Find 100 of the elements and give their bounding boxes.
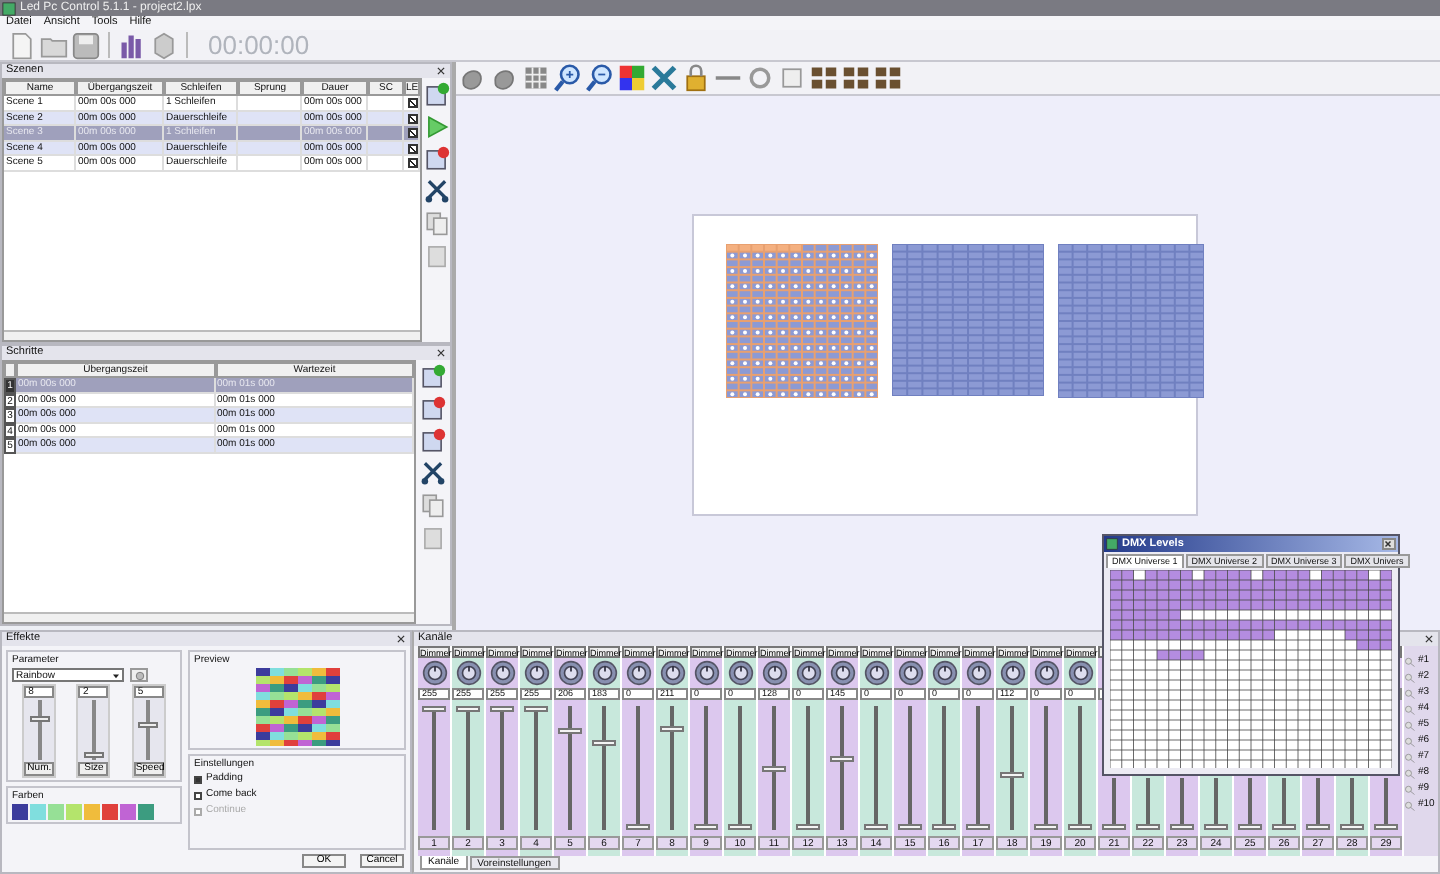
fader-thumb[interactable] <box>966 824 990 830</box>
color-swatch[interactable] <box>120 804 136 820</box>
knob-icon[interactable] <box>421 660 447 686</box>
close-button[interactable] <box>1382 538 1396 550</box>
fader-thumb[interactable] <box>1068 824 1092 830</box>
color-swatch[interactable] <box>102 804 118 820</box>
slider-thumb[interactable] <box>29 715 50 722</box>
step-icon[interactable] <box>420 396 446 422</box>
checkbox[interactable] <box>407 98 417 108</box>
knob-icon[interactable] <box>1033 660 1059 686</box>
ring-icon[interactable] <box>746 64 774 92</box>
fader-thumb[interactable] <box>660 726 684 733</box>
knob-icon[interactable] <box>625 660 651 686</box>
grid-icon[interactable] <box>522 64 550 92</box>
save-icon[interactable] <box>72 31 100 59</box>
paste-icon[interactable] <box>420 524 446 550</box>
knob-icon[interactable] <box>557 660 583 686</box>
close-icon[interactable] <box>1424 634 1434 644</box>
fader-thumb[interactable] <box>1272 824 1296 830</box>
bar-chart-icon[interactable] <box>118 31 146 59</box>
cut-icon[interactable] <box>420 460 446 486</box>
close-icon[interactable] <box>396 634 406 644</box>
knob-icon[interactable] <box>761 660 787 686</box>
scrollbar[interactable] <box>4 330 420 340</box>
color-swatch[interactable] <box>12 804 28 820</box>
color-swatch[interactable] <box>48 804 64 820</box>
knob-icon[interactable] <box>1067 660 1093 686</box>
knob-icon[interactable] <box>489 660 515 686</box>
fader-thumb[interactable] <box>456 706 480 712</box>
knob-icon[interactable] <box>931 660 957 686</box>
fader-thumb[interactable] <box>1238 824 1262 830</box>
fader-thumb[interactable] <box>1306 824 1330 830</box>
knob-icon[interactable] <box>591 660 617 686</box>
knob-icon[interactable] <box>829 660 855 686</box>
fader-thumb[interactable] <box>558 728 582 735</box>
color-swatch[interactable] <box>84 804 100 820</box>
checkbox[interactable] <box>407 128 417 138</box>
knob-icon[interactable] <box>999 660 1025 686</box>
knob-icon[interactable] <box>897 660 923 686</box>
fader-thumb[interactable] <box>1000 772 1024 779</box>
add-scene-icon[interactable] <box>423 82 449 108</box>
knob-icon[interactable] <box>659 660 685 686</box>
lock-icon[interactable] <box>682 64 710 92</box>
fader-thumb[interactable] <box>524 706 548 712</box>
fader-thumb[interactable] <box>932 824 956 830</box>
checkbox[interactable] <box>407 158 417 168</box>
fader-thumb[interactable] <box>1340 824 1364 830</box>
fader-thumb[interactable] <box>1034 824 1058 830</box>
close-icon[interactable] <box>436 66 446 76</box>
knob-icon[interactable] <box>863 660 889 686</box>
fader-thumb[interactable] <box>728 824 752 830</box>
checkbox[interactable] <box>407 143 417 153</box>
fader-thumb[interactable] <box>422 706 446 712</box>
fader-thumb[interactable] <box>898 824 922 830</box>
fader-thumb[interactable] <box>694 824 718 830</box>
zoom-in-icon[interactable] <box>554 64 582 92</box>
delete-scene-icon[interactable] <box>423 146 449 172</box>
fader-thumb[interactable] <box>1102 824 1126 830</box>
knob-icon[interactable] <box>455 660 481 686</box>
fader-thumb[interactable] <box>830 756 854 763</box>
scrollbar[interactable] <box>4 612 414 622</box>
cut-icon[interactable] <box>423 178 449 204</box>
slider-thumb[interactable] <box>138 721 159 728</box>
paste-icon[interactable] <box>423 242 449 268</box>
fader-thumb[interactable] <box>1374 824 1398 830</box>
effect-button[interactable] <box>130 668 148 682</box>
fader-thumb[interactable] <box>762 765 786 771</box>
stone-icon[interactable] <box>458 64 486 92</box>
knob-icon[interactable] <box>727 660 753 686</box>
color-swatch[interactable] <box>30 804 46 820</box>
fader-thumb[interactable] <box>864 824 888 830</box>
fader-thumb[interactable] <box>1136 824 1160 830</box>
table-cell[interactable] <box>368 156 404 171</box>
stone-icon[interactable] <box>490 64 518 92</box>
fader-thumb[interactable] <box>1204 824 1228 830</box>
group-icon[interactable] <box>842 64 870 92</box>
knob-icon[interactable] <box>523 660 549 686</box>
delete-step-icon[interactable] <box>420 428 446 454</box>
color-swatch[interactable] <box>66 804 82 820</box>
tools-icon[interactable] <box>650 64 678 92</box>
slider-thumb[interactable] <box>83 751 104 758</box>
checkbox[interactable] <box>407 113 417 123</box>
color-squares-icon[interactable] <box>618 64 646 92</box>
table-cell[interactable] <box>368 126 404 141</box>
fader-thumb[interactable] <box>626 824 650 830</box>
color-swatch[interactable] <box>138 804 154 820</box>
fader-thumb[interactable] <box>490 706 514 712</box>
zoom-out-icon[interactable] <box>586 64 614 92</box>
knob-icon[interactable] <box>693 660 719 686</box>
table-cell[interactable] <box>238 126 302 141</box>
fader-thumb[interactable] <box>592 739 616 746</box>
fader-thumb[interactable] <box>796 824 820 830</box>
group-icon[interactable] <box>874 64 902 92</box>
table-cell[interactable] <box>238 156 302 171</box>
knob-icon[interactable] <box>965 660 991 686</box>
close-icon[interactable] <box>436 348 446 358</box>
add-step-icon[interactable] <box>420 364 446 390</box>
knob-icon[interactable] <box>795 660 821 686</box>
fader-thumb[interactable] <box>1170 824 1194 830</box>
group-icon[interactable] <box>810 64 838 92</box>
